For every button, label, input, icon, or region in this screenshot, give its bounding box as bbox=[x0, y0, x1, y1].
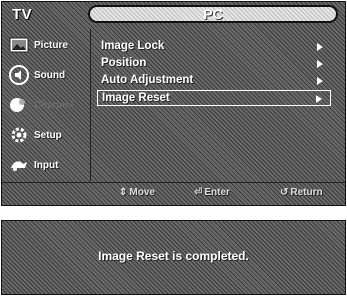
updown-arrow-icon: ⇕ bbox=[119, 187, 128, 198]
footer-return-hint: ↺ Return bbox=[280, 187, 323, 198]
sidebar-item-label: Picture bbox=[34, 40, 68, 51]
menu-item-position[interactable]: Position bbox=[97, 56, 331, 72]
sidebar-item-input[interactable]: Input bbox=[4, 151, 90, 181]
osd-menu-panel: TV PC Picture Sound Channel Setup Input … bbox=[1, 1, 346, 206]
input-icon bbox=[11, 161, 27, 171]
channel-icon bbox=[10, 98, 25, 112]
sidebar-item-channel[interactable]: Channel bbox=[4, 91, 90, 121]
sidebar-item-label: Sound bbox=[34, 70, 66, 81]
footer-move-hint: ⇕ Move bbox=[119, 187, 155, 198]
enter-icon: ⏎ bbox=[194, 187, 203, 198]
setup-icon bbox=[11, 127, 27, 143]
sidebar-item-label: Setup bbox=[34, 130, 62, 141]
sidebar: Picture Sound Channel Setup Input bbox=[2, 29, 90, 181]
sidebar-item-label: Input bbox=[34, 160, 59, 171]
source-label: TV bbox=[12, 6, 33, 23]
menu-item-label: Image Lock bbox=[101, 40, 165, 52]
menu-item-label: Auto Adjustment bbox=[101, 74, 194, 86]
message-panel: Image Reset is completed. bbox=[1, 220, 346, 295]
menu-title-bar: TV PC bbox=[2, 2, 345, 28]
footer-return-label: Return bbox=[290, 187, 323, 198]
chevron-right-icon bbox=[317, 43, 323, 51]
menu-item-image-lock[interactable]: Image Lock bbox=[97, 39, 331, 55]
menu-item-label: Image Reset bbox=[102, 92, 170, 104]
menu-item-label: Position bbox=[101, 57, 147, 69]
chevron-right-icon bbox=[316, 95, 322, 103]
chevron-right-icon bbox=[317, 77, 323, 85]
sidebar-item-sound[interactable]: Sound bbox=[4, 61, 90, 91]
footer-move-label: Move bbox=[129, 187, 155, 198]
menu-item-auto-adjustment[interactable]: Auto Adjustment bbox=[97, 73, 331, 89]
menu-title-pill: PC bbox=[88, 5, 338, 23]
return-icon: ↺ bbox=[280, 187, 289, 198]
menu-item-image-reset[interactable]: Image Reset bbox=[97, 90, 331, 106]
message-text: Image Reset is completed. bbox=[98, 249, 249, 263]
menu-content: Image Lock Position Auto Adjustment Imag… bbox=[90, 29, 341, 181]
menu-footer: ⇕ Move ⏎ Enter ↺ Return bbox=[2, 182, 345, 205]
sidebar-item-picture[interactable]: Picture bbox=[4, 31, 90, 61]
chevron-right-icon bbox=[317, 60, 323, 68]
footer-enter-label: Enter bbox=[204, 187, 230, 198]
menu-title: PC bbox=[203, 6, 223, 22]
sidebar-item-label: Channel bbox=[34, 100, 74, 111]
footer-enter-hint: ⏎ Enter bbox=[194, 187, 230, 198]
sound-icon bbox=[9, 65, 29, 85]
sidebar-item-setup[interactable]: Setup bbox=[4, 121, 90, 151]
picture-icon bbox=[9, 37, 29, 53]
